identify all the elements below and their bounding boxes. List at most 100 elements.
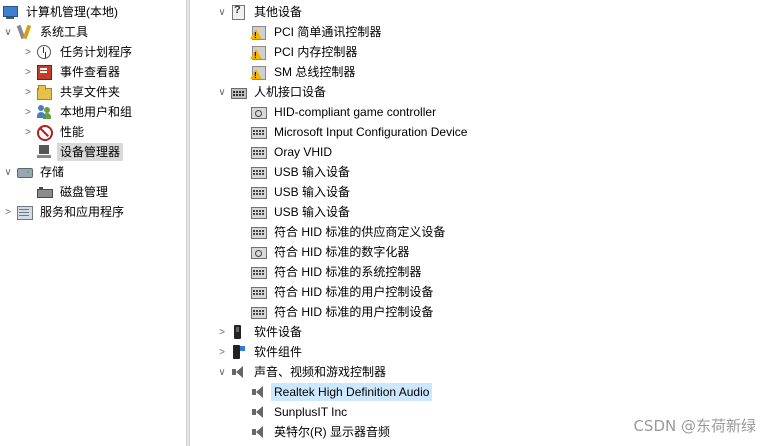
device-item[interactable]: USB 输入设备 [250, 182, 353, 202]
device-category-other[interactable]: ∨ 其他设备 [216, 2, 305, 22]
device-item[interactable]: 符合 HID 标准的供应商定义设备 [250, 222, 448, 242]
device-category-sound[interactable]: ∨ 声音、视频和游戏控制器 [216, 362, 389, 382]
device-label: 符合 HID 标准的用户控制设备 [274, 305, 434, 319]
device-label: 软件组件 [254, 345, 303, 359]
tree-item-device-manager[interactable]: 设备管理器 [22, 142, 124, 162]
expand-toggle[interactable]: > [22, 42, 34, 62]
tree-item-label: 计算机管理(本地) [26, 5, 118, 19]
hid-device-icon [250, 184, 267, 200]
expand-toggle[interactable]: > [216, 342, 228, 362]
device-item[interactable]: SunplusIT Inc [250, 402, 350, 422]
tree-item-label: 共享文件夹 [60, 85, 121, 99]
device-label: HID-compliant game controller [274, 105, 437, 119]
performance-icon [36, 124, 53, 141]
tree-item-label: 性能 [60, 125, 85, 139]
tools-icon [16, 24, 32, 40]
device-item[interactable]: 符合 HID 标准的用户控制设备 [250, 302, 436, 322]
expand-toggle[interactable]: ∨ [216, 82, 228, 102]
device-item[interactable]: PCI 简单通讯控制器 [250, 22, 384, 42]
device-label: 符合 HID 标准的供应商定义设备 [274, 225, 446, 239]
tree-item-services-apps[interactable]: > 服务和应用程序 [2, 202, 127, 222]
device-label: Realtek High Definition Audio [271, 383, 433, 401]
computer-icon [2, 4, 18, 20]
shared-folder-icon [36, 84, 52, 100]
warning-device-icon [250, 64, 266, 80]
clock-icon [36, 44, 52, 60]
tree-item-label: 磁盘管理 [60, 185, 109, 199]
tree-item-event-viewer[interactable]: > 事件查看器 [22, 62, 123, 82]
device-item[interactable]: Oray VHID [250, 142, 335, 162]
expand-toggle[interactable]: > [22, 62, 34, 82]
tree-item-storage[interactable]: ∨ 存储 [2, 162, 67, 182]
tree-item-system-tools[interactable]: ∨ 系统工具 [2, 22, 91, 42]
hid-device-icon [250, 224, 267, 240]
expand-toggle[interactable]: > [216, 322, 228, 342]
device-item-selected[interactable]: Realtek High Definition Audio [250, 382, 433, 402]
device-item[interactable]: USB 输入设备 [250, 202, 353, 222]
sound-icon [250, 404, 266, 420]
device-tree-pane[interactable]: ∨ 其他设备 PCI 简单通讯控制器 PCI 内存控制器 SM 总线控制器 ∨ … [190, 0, 770, 446]
unknown-device-icon [230, 4, 246, 20]
tree-item-label: 存储 [40, 165, 65, 179]
device-label: 符合 HID 标准的系统控制器 [274, 265, 422, 279]
tree-item-performance[interactable]: > 性能 [22, 122, 87, 142]
expand-toggle[interactable]: ∨ [2, 22, 14, 42]
expand-toggle[interactable]: > [22, 102, 34, 122]
expand-toggle[interactable]: ∨ [216, 2, 228, 22]
device-item[interactable]: Microsoft Input Configuration Device [250, 122, 470, 142]
services-icon [16, 204, 33, 220]
expand-toggle[interactable]: > [2, 202, 14, 222]
hid-device-icon [250, 264, 267, 280]
tree-item-label: 事件查看器 [60, 65, 121, 79]
hid-device-icon [250, 304, 267, 320]
device-category-software-components[interactable]: > 软件组件 [216, 342, 305, 362]
device-item[interactable]: USB 输入设备 [250, 162, 353, 182]
watermark: CSDN @东荷新绿 [633, 417, 756, 435]
tree-item-computer-management[interactable]: 计算机管理(本地) [2, 2, 121, 22]
expand-toggle [22, 182, 34, 202]
device-label: 英特尔(R) 显示器音频 [274, 425, 390, 439]
device-category-hid[interactable]: ∨ 人机接口设备 [216, 82, 329, 102]
hid-device-icon [250, 284, 267, 300]
device-item[interactable]: SM 总线控制器 [250, 62, 358, 82]
storage-icon [16, 164, 33, 180]
expand-toggle[interactable]: ∨ [2, 162, 14, 182]
device-item[interactable]: 符合 HID 标准的用户控制设备 [250, 282, 436, 302]
warning-device-icon [250, 24, 266, 40]
device-item[interactable]: 英特尔(R) 显示器音频 [250, 422, 393, 442]
device-label: USB 输入设备 [274, 165, 351, 179]
device-label: 声音、视频和游戏控制器 [254, 365, 387, 379]
device-label: SM 总线控制器 [274, 65, 356, 79]
device-label: 符合 HID 标准的用户控制设备 [274, 285, 434, 299]
hid-device-icon [250, 124, 267, 140]
device-item[interactable]: 符合 HID 标准的系统控制器 [250, 262, 424, 282]
device-item[interactable]: 符合 HID 标准的数字化器 [250, 242, 412, 262]
tree-item-disk-management[interactable]: 磁盘管理 [22, 182, 111, 202]
navigation-tree-pane[interactable]: 计算机管理(本地) ∨ 系统工具 > 任务计划程序 > 事件查看器 > 共享文件… [0, 0, 186, 446]
expand-toggle[interactable]: > [22, 122, 34, 142]
device-label: Microsoft Input Configuration Device [274, 125, 468, 139]
expand-toggle[interactable]: ∨ [216, 362, 228, 382]
device-item[interactable]: HID-compliant game controller [250, 102, 439, 122]
device-label: PCI 简单通讯控制器 [274, 25, 382, 39]
device-label: 软件设备 [254, 325, 303, 339]
expand-toggle[interactable]: > [22, 82, 34, 102]
hid-device-circle-icon [250, 104, 267, 120]
sound-icon [250, 424, 266, 440]
tree-item-label: 设备管理器 [57, 143, 124, 161]
hid-device-circle-icon [250, 244, 267, 260]
software-component-icon [230, 344, 246, 360]
tree-item-task-scheduler[interactable]: > 任务计划程序 [22, 42, 135, 62]
tree-item-local-users[interactable]: > 本地用户和组 [22, 102, 135, 122]
device-category-software-devices[interactable]: > 软件设备 [216, 322, 305, 342]
device-label: SunplusIT Inc [274, 405, 348, 419]
device-label: 符合 HID 标准的数字化器 [274, 245, 410, 259]
device-item[interactable]: PCI 内存控制器 [250, 42, 360, 62]
hid-icon [230, 84, 247, 100]
sound-icon [230, 364, 246, 380]
tree-item-shared-folders[interactable]: > 共享文件夹 [22, 82, 123, 102]
device-label: 其他设备 [254, 5, 303, 19]
device-label: Oray VHID [274, 145, 333, 159]
tree-item-label: 任务计划程序 [60, 45, 133, 59]
device-label: 人机接口设备 [254, 85, 327, 99]
